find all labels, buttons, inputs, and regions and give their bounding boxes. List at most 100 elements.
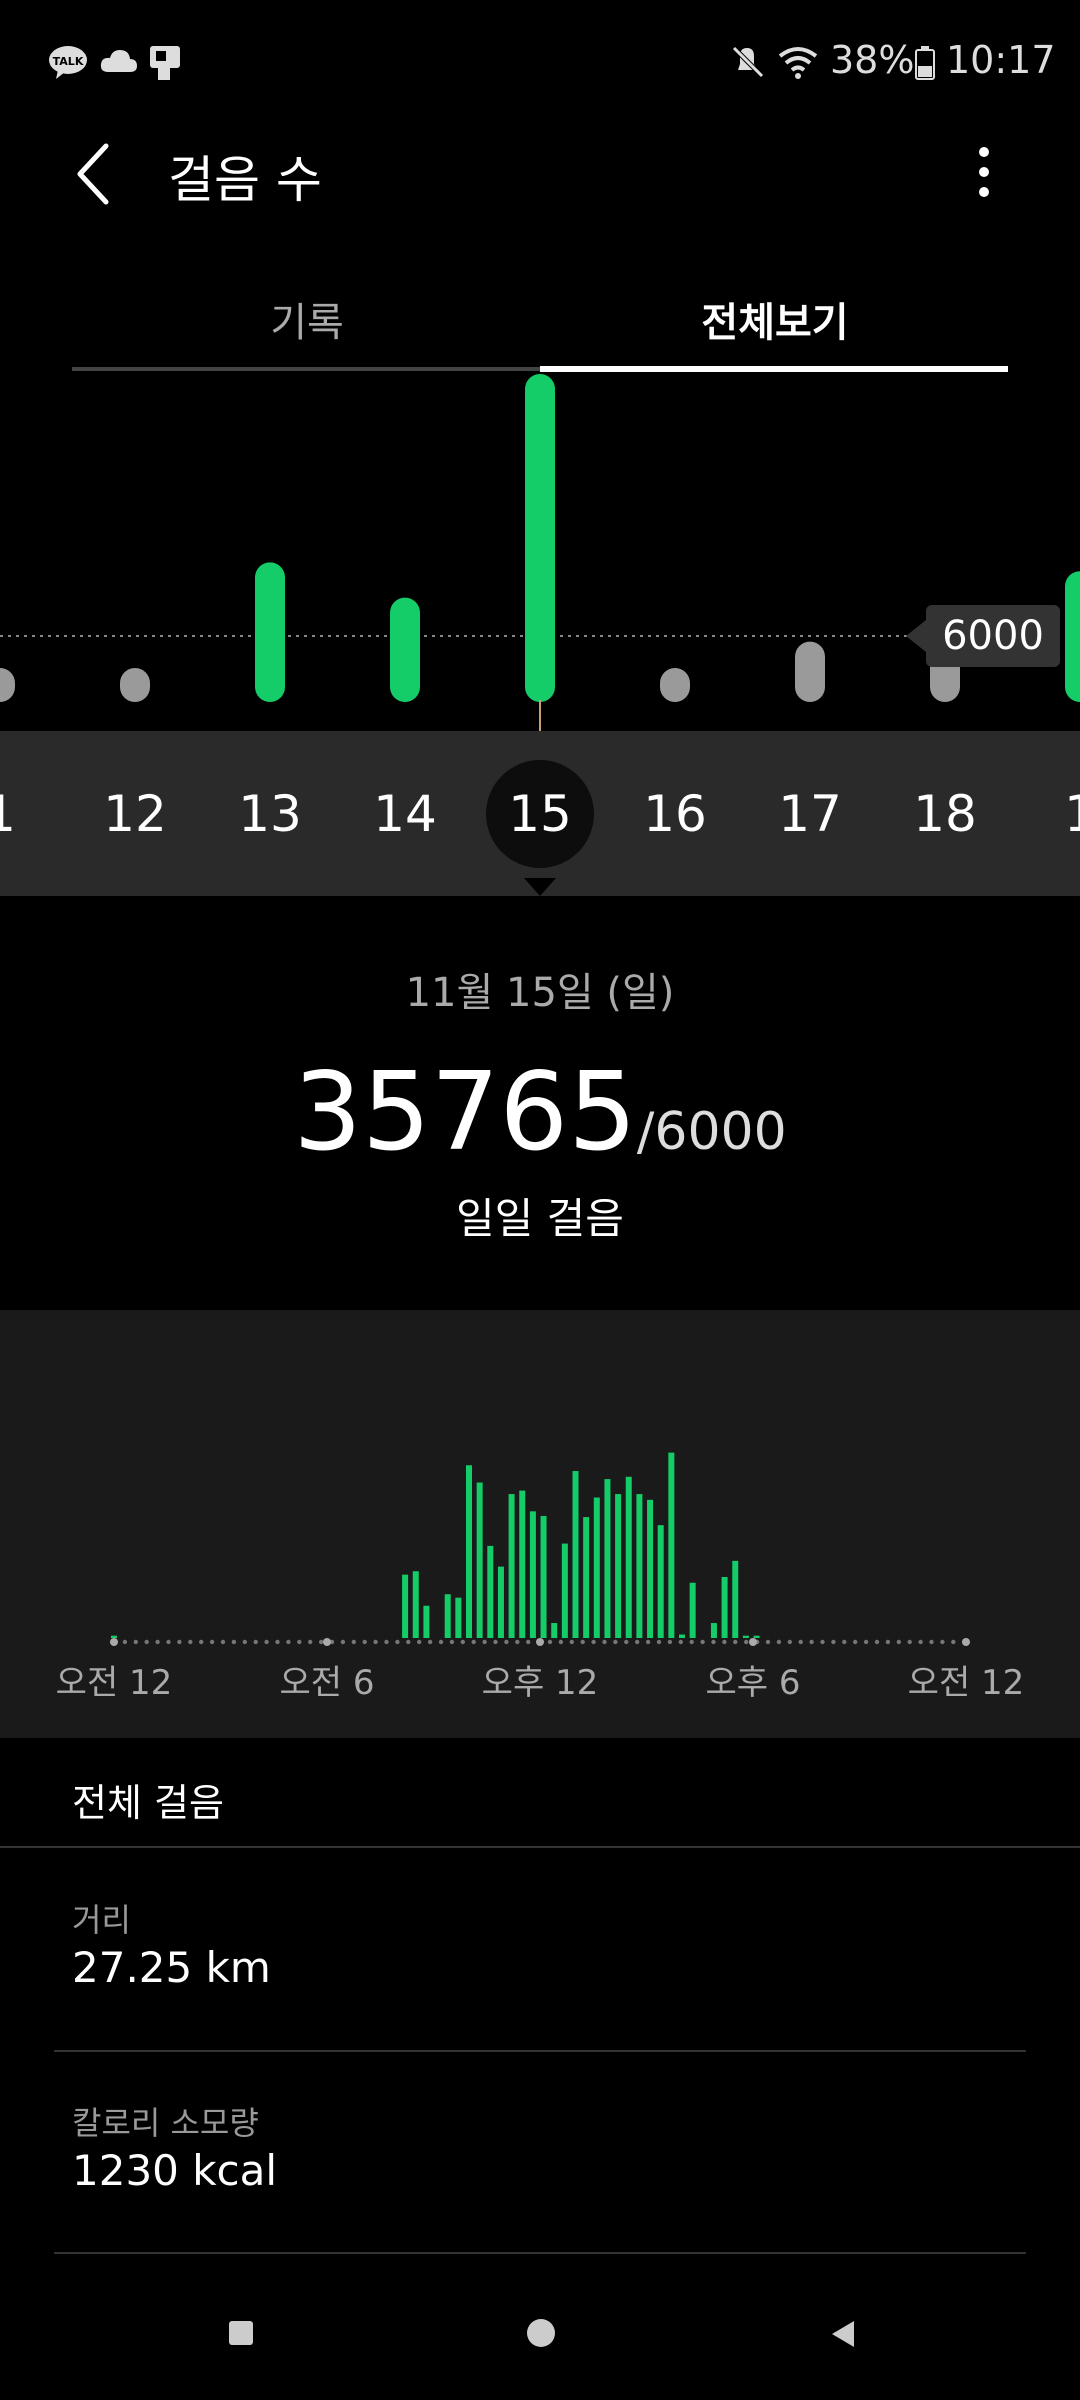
- hourly-bar: [508, 1494, 515, 1638]
- axis-dot: [351, 1639, 356, 1645]
- steps-count: 35765: [293, 1050, 637, 1175]
- hourly-bar: [412, 1571, 419, 1638]
- weekly-bar[interactable]: [120, 668, 150, 702]
- axis-dot: [853, 1639, 858, 1645]
- weekly-bar[interactable]: [660, 668, 690, 702]
- battery-icon: [915, 46, 935, 80]
- calories-label: 칼로리 소모량: [72, 2104, 259, 2142]
- hourly-bar: [721, 1576, 728, 1638]
- axis-dot: [209, 1639, 215, 1645]
- axis-dot: [471, 1639, 476, 1645]
- hourly-bar: [647, 1499, 654, 1638]
- axis-dot: [526, 1639, 531, 1645]
- axis-dot: [809, 1639, 814, 1645]
- hourly-bar: [689, 1582, 696, 1638]
- hourly-bar: [111, 1635, 117, 1638]
- day-label[interactable]: 1: [0, 785, 50, 843]
- axis-dot: [700, 1639, 705, 1645]
- axis-dot: [122, 1639, 128, 1645]
- axis-dot: [798, 1639, 803, 1645]
- hourly-bar: [615, 1494, 622, 1638]
- steps-caption: 일일 걸음: [456, 1194, 624, 1243]
- hourly-bar: [583, 1517, 590, 1638]
- axis-dot: [863, 1639, 869, 1645]
- axis-dot: [635, 1639, 640, 1645]
- more-options-icon[interactable]: [970, 144, 998, 204]
- axis-tick: [110, 1638, 118, 1646]
- axis-dot: [591, 1639, 596, 1645]
- day-label[interactable]: 15: [490, 785, 590, 843]
- axis-dot: [166, 1639, 171, 1645]
- hourly-bar: [636, 1494, 643, 1638]
- distance-value: 27.25 km: [72, 1943, 271, 1992]
- hourly-bar: [487, 1545, 494, 1638]
- axis-dot: [776, 1639, 782, 1645]
- axis-dot: [711, 1639, 716, 1645]
- axis-dot: [220, 1639, 226, 1645]
- weekly-bar[interactable]: [525, 374, 555, 702]
- day-label[interactable]: 14: [355, 785, 455, 843]
- day-label[interactable]: 12: [85, 785, 185, 843]
- axis-dot: [787, 1639, 792, 1645]
- axis-tick: [536, 1638, 544, 1646]
- axis-dot: [384, 1639, 389, 1645]
- weekly-bar[interactable]: [390, 597, 420, 702]
- axis-dot: [493, 1639, 498, 1645]
- axis-dot: [373, 1639, 378, 1645]
- axis-dot: [951, 1639, 956, 1645]
- axis-dot: [308, 1639, 313, 1645]
- axis-dot: [842, 1639, 847, 1645]
- hourly-bar: [679, 1634, 685, 1638]
- axis-dot: [427, 1639, 433, 1645]
- weekly-bar[interactable]: [795, 641, 825, 702]
- axis-dot: [395, 1639, 400, 1645]
- back-button[interactable]: [830, 2320, 856, 2348]
- weekly-bar[interactable]: [1065, 571, 1080, 702]
- axis-dot: [874, 1639, 880, 1645]
- hourly-bar: [529, 1511, 536, 1638]
- axis-dot: [231, 1639, 237, 1645]
- hourly-bar: [423, 1605, 430, 1638]
- axis-dot: [929, 1639, 934, 1645]
- section-divider: [0, 1846, 1080, 1848]
- tab-history[interactable]: 기록: [72, 290, 542, 348]
- hour-tick-label: 오전 12: [907, 1663, 1025, 1703]
- axis-dot: [613, 1639, 618, 1645]
- axis-dot: [645, 1639, 651, 1645]
- axis-dot: [602, 1639, 607, 1645]
- day-label[interactable]: 1: [1030, 785, 1080, 843]
- axis-dot: [242, 1639, 247, 1645]
- hour-tick-label: 오후 12: [481, 1663, 599, 1703]
- day-label[interactable]: 18: [895, 785, 995, 843]
- weekly-bar[interactable]: [255, 562, 285, 702]
- axis-dot: [580, 1639, 585, 1645]
- section-title: 전체 걸음: [72, 1781, 224, 1825]
- hourly-bar: [455, 1597, 462, 1638]
- home-button[interactable]: [526, 2318, 556, 2348]
- tab-track: [72, 367, 540, 371]
- hourly-bar: [572, 1471, 579, 1638]
- axis-dot: [896, 1639, 901, 1645]
- day-label[interactable]: 16: [625, 785, 725, 843]
- selected-date: 11월 15일 (일): [405, 970, 675, 1016]
- tab-overview[interactable]: 전체보기: [540, 290, 1010, 348]
- back-arrow-icon[interactable]: [72, 142, 112, 206]
- axis-dot: [188, 1639, 193, 1645]
- hourly-bar: [497, 1566, 504, 1638]
- axis-dot: [765, 1639, 771, 1645]
- hourly-bar: [444, 1594, 451, 1638]
- axis-tick: [749, 1638, 757, 1646]
- axis-dot: [689, 1639, 694, 1645]
- axis-dot: [340, 1639, 346, 1645]
- weekly-steps-chart: [0, 374, 1080, 732]
- axis-dot: [733, 1639, 738, 1645]
- day-label[interactable]: 17: [760, 785, 860, 843]
- axis-dot: [678, 1639, 683, 1645]
- axis-tick: [962, 1638, 970, 1646]
- hourly-bar: [593, 1497, 600, 1638]
- weekly-bar[interactable]: [0, 668, 15, 702]
- axis-dot: [656, 1639, 662, 1645]
- day-label[interactable]: 13: [220, 785, 320, 843]
- mute-icon: [732, 46, 764, 78]
- recents-button[interactable]: [228, 2320, 254, 2346]
